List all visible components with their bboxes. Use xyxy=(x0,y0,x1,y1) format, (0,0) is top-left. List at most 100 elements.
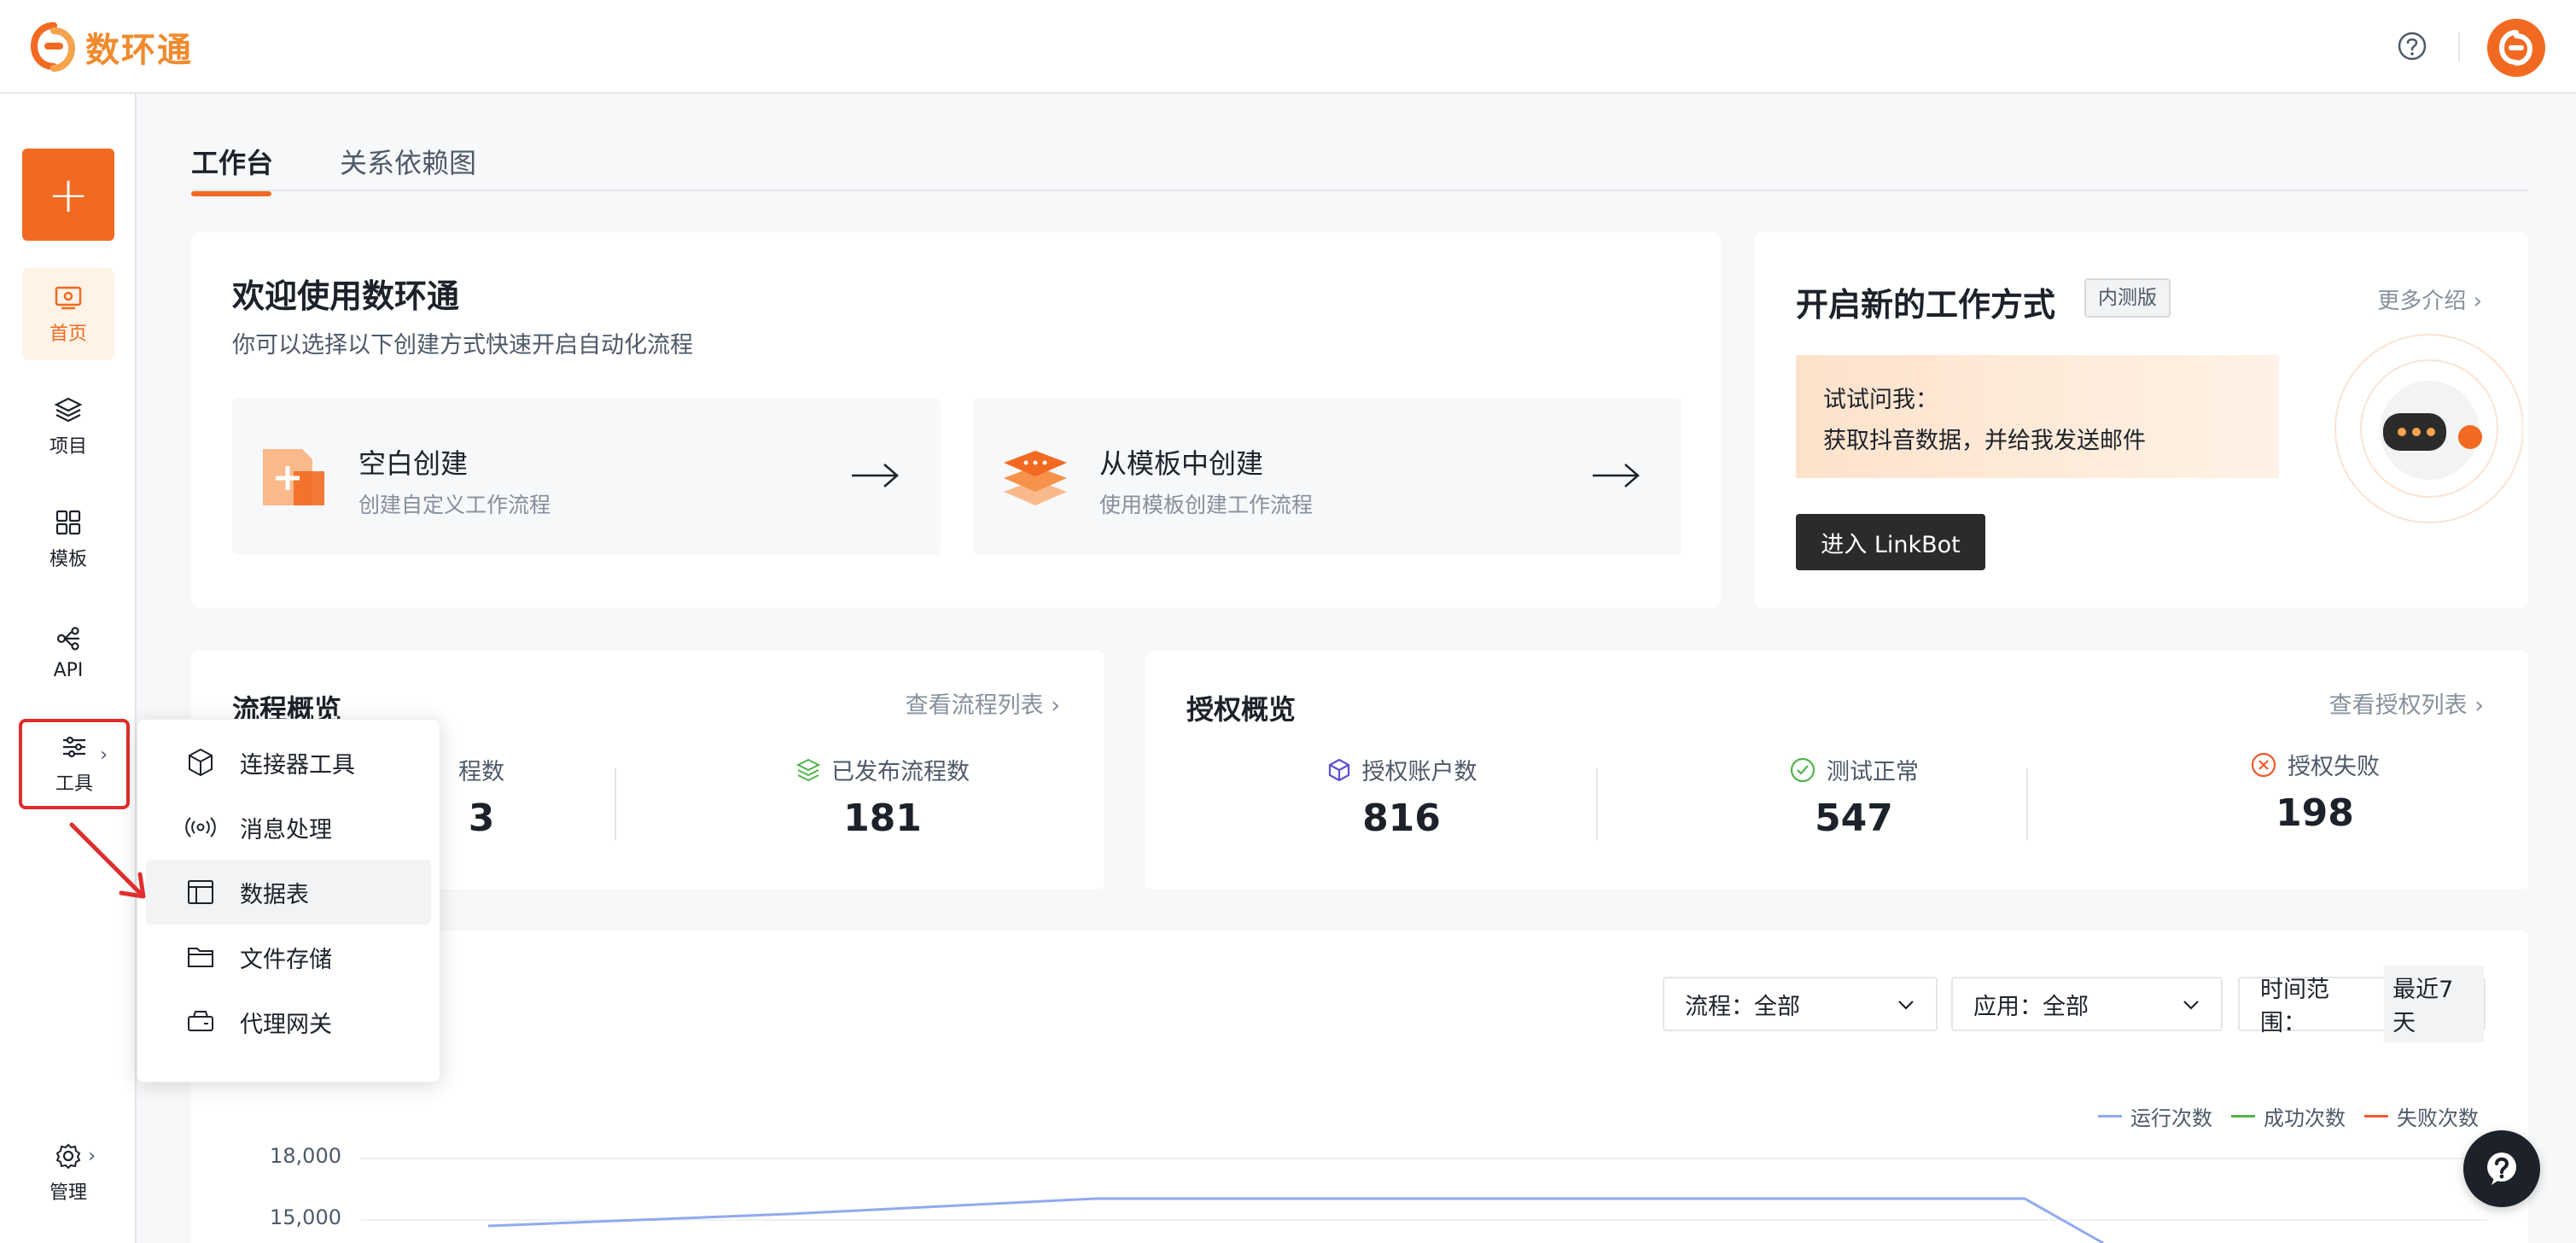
main-tabs: 工作台 关系依赖图 xyxy=(191,137,2528,196)
sidebar-item-label: 项目 xyxy=(49,436,87,458)
template-layers-icon xyxy=(1004,451,1067,505)
welcome-subtitle: 你可以选择以下创建方式快速开启自动化流程 xyxy=(232,332,693,359)
menu-item-file-storage[interactable]: 文件存储 xyxy=(146,925,431,989)
avatar-logo-icon xyxy=(2498,30,2533,66)
view-flow-list-link[interactable]: 查看流程列表 › xyxy=(906,686,1060,720)
stat-divider xyxy=(1596,768,1598,840)
sidebar-item-home[interactable]: 首页 xyxy=(22,268,114,360)
runs-series-line xyxy=(487,1197,2104,1243)
create-button[interactable]: + xyxy=(22,149,114,241)
stat-value: 816 xyxy=(1362,797,1441,840)
beta-badge: 内测版 xyxy=(2084,278,2171,318)
stat-divider xyxy=(2026,768,2028,840)
chevron-right-icon: › xyxy=(100,744,108,766)
blank-doc-icon xyxy=(263,449,324,505)
blank-create-option[interactable]: 空白创建 创建自定义工作流程 xyxy=(232,398,941,555)
view-flow-list-label: 查看流程列表 xyxy=(905,692,1044,719)
menu-item-label: 文件存储 xyxy=(240,946,332,973)
linkbot-title: 开启新的工作方式 xyxy=(1796,286,2056,324)
stat-label: 授权账户数 xyxy=(1361,759,1477,785)
auth-fail-stat: 授权失败 198 xyxy=(2187,748,2443,835)
stat-value: 198 xyxy=(2276,791,2354,835)
home-icon xyxy=(55,286,82,310)
sidebar-item-api[interactable]: API xyxy=(22,606,114,698)
sidebar-item-projects[interactable]: 项目 xyxy=(22,381,114,473)
menu-item-label: 代理网关 xyxy=(240,1011,332,1038)
view-auth-list-link[interactable]: 查看授权列表 › xyxy=(2329,686,2484,720)
try-prompt-line1: 试试问我： xyxy=(1823,387,1938,413)
broadcast-icon xyxy=(185,817,216,837)
app-name: 数环通 xyxy=(85,31,193,70)
enter-linkbot-button[interactable]: 进入 LinkBot xyxy=(1796,514,1985,570)
cube-icon xyxy=(189,748,213,777)
menu-item-data-table[interactable]: 数据表 xyxy=(146,860,431,925)
annotation-arrow-icon xyxy=(69,822,146,899)
stat-label: 授权失败 xyxy=(2288,754,2380,780)
tab-dependency-graph[interactable]: 关系依赖图 xyxy=(340,142,476,181)
sidebar-item-label: 模板 xyxy=(49,549,87,570)
layers-icon xyxy=(54,397,83,423)
stat-value: 547 xyxy=(1815,797,1893,840)
sidebar-item-tools[interactable]: 工具 › xyxy=(19,719,130,809)
api-icon xyxy=(56,626,79,651)
tab-workbench[interactable]: 工作台 xyxy=(191,142,274,196)
folder-icon xyxy=(188,948,213,967)
sliders-icon xyxy=(63,736,85,758)
sidebar-item-label: 管理 xyxy=(49,1182,87,1204)
gear-icon xyxy=(55,1143,81,1170)
chevron-right-icon: › xyxy=(88,1146,96,1167)
sidebar: + 首页 项目 模板 API 工具 › 管理 › xyxy=(0,94,137,1243)
sidebar-item-label: 工具 xyxy=(55,773,93,795)
menu-item-proxy-gateway[interactable]: 代理网关 xyxy=(146,989,431,1054)
help-icon[interactable] xyxy=(2397,31,2427,61)
menu-item-label: 连接器工具 xyxy=(240,751,355,779)
floating-help-button[interactable] xyxy=(2463,1130,2540,1207)
blank-create-subtitle: 创建自定义工作流程 xyxy=(358,493,551,517)
published-layers-icon xyxy=(796,758,821,781)
more-intro-link[interactable]: 更多介绍 › xyxy=(2377,283,2482,315)
auth-overview-title: 授权概览 xyxy=(1186,693,1297,726)
sidebar-item-label: API xyxy=(53,659,84,681)
template-create-option[interactable]: 从模板中创建 使用模板创建工作流程 xyxy=(973,398,1681,555)
tab-label: 工作台 xyxy=(191,147,274,179)
published-flow-stat: 已发布流程数 181 xyxy=(755,753,1011,840)
test-ok-stat: 测试正常 547 xyxy=(1726,753,1982,840)
sidebar-item-admin[interactable]: 管理 › xyxy=(22,1127,114,1219)
stat-label: 测试正常 xyxy=(1827,759,1919,785)
stat-label: 已发布流程数 xyxy=(831,759,970,785)
sidebar-item-templates[interactable]: 模板 xyxy=(22,493,114,586)
auth-account-stat: 授权账户数 816 xyxy=(1273,753,1530,840)
tools-menu: 连接器工具 消息处理 数据表 文件存储 代理网关 xyxy=(137,719,440,1083)
stat-divider xyxy=(615,768,616,840)
chat-help-icon xyxy=(2487,1153,2516,1185)
header-divider xyxy=(2458,32,2460,61)
tab-active-indicator xyxy=(191,191,271,196)
menu-item-connector-tools[interactable]: 连接器工具 xyxy=(146,730,431,795)
auth-overview-card: 授权概览 查看授权列表 › 授权账户数 816 测试正常 547 授权失败 19… xyxy=(1145,651,2528,890)
menu-item-label: 消息处理 xyxy=(240,816,332,843)
avatar[interactable] xyxy=(2487,19,2545,77)
run-stats-chart-card: 流程：全部 应用：全部 时间范围： 最近7天 运行次数 成功次数 失败次数 18… xyxy=(191,931,2528,1243)
view-auth-list-label: 查看授权列表 xyxy=(2328,692,2468,719)
more-intro-label: 更多介绍 xyxy=(2377,289,2467,314)
arrow-right-icon xyxy=(852,464,899,487)
robot-mascot-icon xyxy=(2334,334,2523,523)
table-icon xyxy=(188,880,213,904)
grid-icon xyxy=(55,510,81,535)
welcome-title: 欢迎使用数环通 xyxy=(232,277,460,315)
linkbot-card: 开启新的工作方式 内测版 更多介绍 › 试试问我： 获取抖音数据，并给我发送邮件… xyxy=(1755,232,2528,608)
cube-icon xyxy=(1328,758,1349,781)
menu-item-message-processing[interactable]: 消息处理 xyxy=(146,795,431,860)
logo-icon xyxy=(31,22,76,72)
sidebar-item-label: 首页 xyxy=(49,324,87,345)
template-create-title: 从模板中创建 xyxy=(1099,447,1264,480)
gateway-icon xyxy=(188,1011,213,1031)
app-logo[interactable]: 数环通 xyxy=(31,22,193,72)
top-header: 数环通 xyxy=(0,0,2576,94)
blank-create-title: 空白创建 xyxy=(358,447,469,480)
try-prompt-line2: 获取抖音数据，并给我发送邮件 xyxy=(1823,428,2146,454)
check-circle-icon xyxy=(1790,757,1815,782)
x-circle-icon xyxy=(2251,752,2276,777)
welcome-card: 欢迎使用数环通 你可以选择以下创建方式快速开启自动化流程 空白创建 创建自定义工… xyxy=(191,232,1721,608)
arrow-right-icon xyxy=(1593,464,1640,487)
